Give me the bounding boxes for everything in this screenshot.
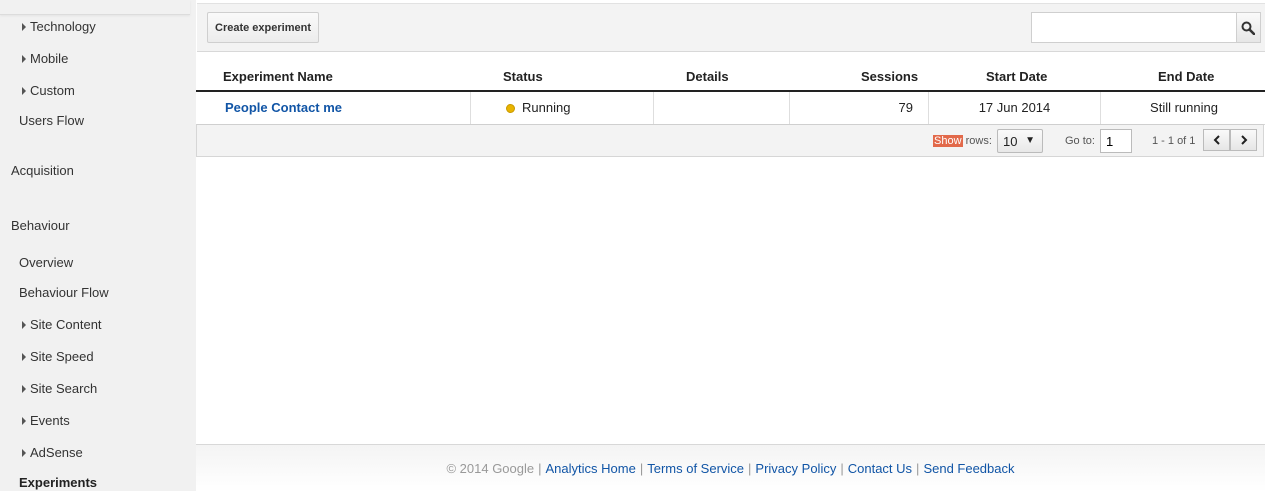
column-header-experiment-name[interactable]: Experiment Name — [223, 69, 333, 84]
caret-right-icon — [22, 417, 26, 425]
status-cell: Running — [506, 92, 570, 124]
sidebar-item-label: Mobile — [30, 51, 69, 66]
search-input[interactable] — [1031, 12, 1237, 43]
sidebar-divider — [0, 0, 190, 15]
caret-right-icon — [22, 321, 26, 329]
caret-down-icon: ▼ — [1025, 135, 1035, 146]
sidebar-item-technology[interactable]: Technology — [22, 19, 96, 35]
show-label: Show — [933, 135, 963, 147]
sidebar-item-label: Site Search — [30, 381, 98, 396]
main-panel: Create experiment Experiment Name Status… — [196, 0, 1265, 492]
footer-link-feedback[interactable]: Send Feedback — [923, 461, 1014, 476]
sidebar-item-label: Technology — [30, 19, 96, 34]
sidebar-item-label: Overview — [19, 255, 74, 270]
sidebar-item-label: Experiments — [19, 475, 98, 490]
sidebar-item-label: Site Speed — [30, 349, 94, 364]
rows-per-page-select[interactable]: 10 ▼ — [997, 129, 1043, 153]
experiment-name-cell: People Contact me — [225, 92, 342, 124]
sidebar-item-label: Acquisition — [11, 163, 74, 178]
sidebar-item-label: Behaviour Flow — [19, 285, 109, 300]
chevron-left-icon — [1213, 135, 1220, 145]
sidebar-item-label: AdSense — [30, 445, 83, 460]
sidebar-item-label: Users Flow — [19, 113, 85, 128]
sidebar-item-adsense[interactable]: AdSense — [22, 445, 83, 461]
rows-per-page-value: 10 — [1003, 134, 1018, 149]
search-button[interactable] — [1237, 12, 1261, 43]
caret-right-icon — [22, 87, 26, 95]
sidebar-item-behaviour[interactable]: Behaviour — [11, 218, 70, 234]
goto-page-input[interactable] — [1100, 129, 1132, 153]
sidebar-item-acquisition[interactable]: Acquisition — [11, 163, 74, 179]
caret-right-icon — [22, 353, 26, 361]
column-divider — [470, 92, 471, 124]
column-header-sessions[interactable]: Sessions — [861, 69, 918, 84]
footer-link-analytics-home[interactable]: Analytics Home — [546, 461, 636, 476]
next-page-button[interactable] — [1230, 129, 1257, 151]
footer-link-contact[interactable]: Contact Us — [848, 461, 912, 476]
sidebar-item-custom[interactable]: Custom — [22, 83, 75, 99]
footer-links: © 2014 Google | Analytics Home | Terms of Se… — [446, 461, 1015, 476]
sidebar-item-site-speed[interactable]: Site Speed — [22, 349, 94, 365]
sidebar-item-behaviour-flow[interactable]: Behaviour Flow — [19, 285, 109, 301]
status-text: Running — [522, 100, 571, 115]
rows-text: rows: — [965, 135, 992, 147]
sessions-cell: 79 — [898, 100, 913, 115]
status-dot-icon — [506, 104, 515, 113]
footer-link-terms[interactable]: Terms of Service — [647, 461, 744, 476]
experiment-name-link[interactable]: People Contact me — [225, 100, 342, 115]
caret-right-icon — [22, 55, 26, 63]
column-header-details[interactable]: Details — [686, 69, 729, 84]
copyright-text: © 2014 Google — [446, 461, 535, 476]
caret-right-icon — [22, 449, 26, 457]
rows-label: Show rows: — [933, 135, 992, 147]
sidebar-item-label: Custom — [30, 83, 75, 98]
footer: © 2014 Google | Analytics Home | Terms of Se… — [196, 444, 1265, 492]
page-range-text: 1 - 1 of 1 — [1152, 135, 1196, 147]
chevron-right-icon — [1240, 135, 1247, 145]
sidebar-item-events[interactable]: Events — [22, 413, 70, 429]
create-experiment-button[interactable]: Create experiment — [207, 12, 319, 43]
toolbar: Create experiment — [197, 3, 1265, 52]
column-divider — [653, 92, 654, 124]
caret-right-icon — [22, 23, 26, 31]
table-row: People Contact me Running 79 17 Jun 2014… — [196, 92, 1265, 125]
sidebar-item-label: Events — [30, 413, 70, 428]
sidebar-item-overview[interactable]: Overview — [19, 255, 73, 271]
sidebar-item-label: Site Content — [30, 317, 102, 332]
magnifier-icon — [1241, 21, 1255, 35]
sidebar-item-site-content[interactable]: Site Content — [22, 317, 102, 333]
column-header-start-date[interactable]: Start Date — [986, 69, 1047, 84]
end-date-cell: Still running — [1150, 100, 1218, 115]
sidebar-item-label: Behaviour — [11, 218, 70, 233]
sidebar-item-site-search[interactable]: Site Search — [22, 381, 97, 397]
table-header: Experiment Name Status Details Sessions … — [196, 66, 1265, 92]
footer-link-privacy[interactable]: Privacy Policy — [755, 461, 836, 476]
start-date-cell: 17 Jun 2014 — [978, 100, 1051, 115]
sidebar-item-experiments[interactable]: Experiments — [19, 475, 97, 491]
column-header-status[interactable]: Status — [503, 69, 543, 84]
caret-right-icon — [22, 385, 26, 393]
sidebar: Technology Mobile Custom Users Flow Acqu… — [0, 0, 196, 491]
previous-page-button[interactable] — [1203, 129, 1230, 151]
sidebar-item-users-flow[interactable]: Users Flow — [19, 113, 84, 129]
sidebar-item-mobile[interactable]: Mobile — [22, 51, 68, 67]
goto-label: Go to: — [1065, 135, 1095, 147]
pagination-bar: Show rows: 10 ▼ Go to: 1 - 1 of 1 — [196, 124, 1264, 157]
column-header-end-date[interactable]: End Date — [1158, 69, 1214, 84]
